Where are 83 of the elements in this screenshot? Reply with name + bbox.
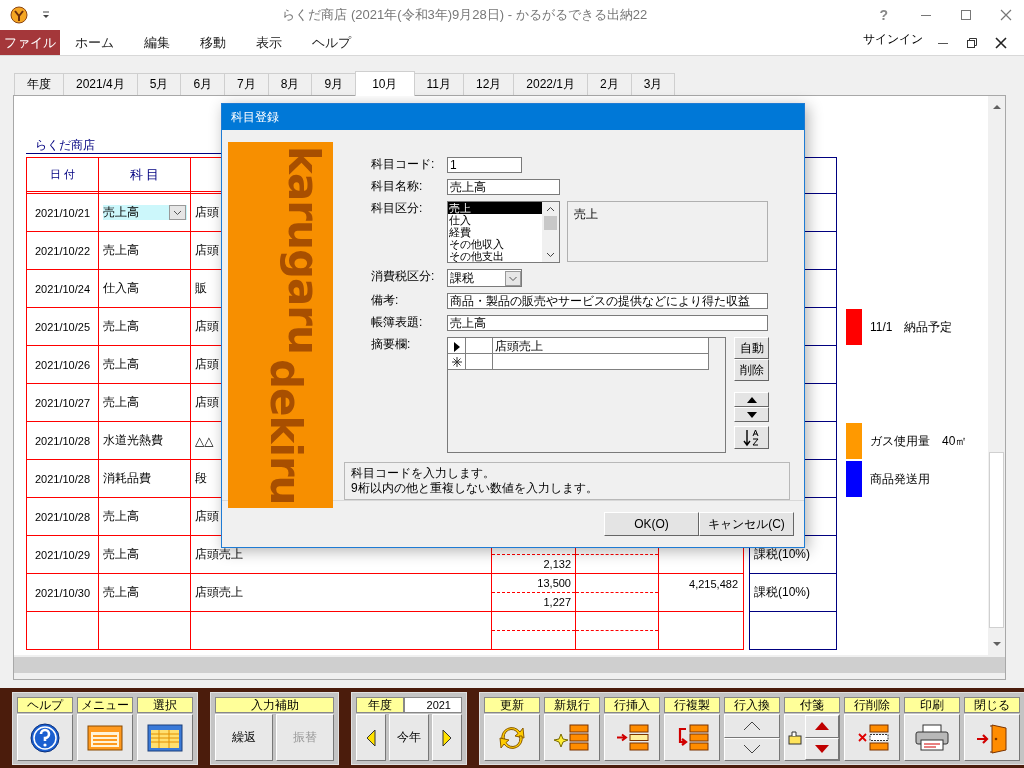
table-cell: 仕入高	[99, 270, 191, 308]
category-list[interactable]: 売上 仕入 経費 その他収入 その他支出	[447, 201, 560, 263]
help-button[interactable]: ?	[879, 7, 888, 23]
table-cell-text: 1,227	[542, 595, 572, 610]
sticky-note-text: 11/1 納品予定	[870, 318, 953, 336]
button-label: 更新	[484, 697, 540, 713]
table-cell: 店頭売上	[191, 574, 492, 612]
field-label: 消費税区分:	[371, 269, 436, 284]
subject-combo[interactable]: 売上高	[103, 205, 187, 220]
field-label: 科目コード:	[371, 157, 436, 172]
table-cell: 2021/10/30	[26, 574, 99, 612]
file-tab[interactable]: ファイル	[0, 30, 60, 55]
button-label: メニュー	[77, 697, 133, 713]
table-cell: 2021/10/27	[26, 384, 99, 422]
table-cell: 消耗品費	[99, 460, 191, 498]
sticky-note-text: 商品発送用	[870, 470, 930, 488]
dialog-button[interactable]: キャンセル(C)	[699, 512, 794, 536]
field-label: 科目名称:	[371, 179, 424, 194]
column-header: 科 目	[99, 157, 191, 194]
month-tab[interactable]: 年度	[14, 73, 64, 95]
table-cell: 課税(10%)	[749, 574, 837, 612]
button-label: 行削除	[844, 697, 900, 713]
this-year-button[interactable]: 今年	[389, 714, 429, 761]
table-cell: 売上高	[99, 536, 191, 574]
table-cell: 売上高	[99, 346, 191, 384]
column-header: 日 付	[26, 157, 99, 194]
table-cell: 水道光熱費	[99, 422, 191, 460]
table-cell: 2021/10/21	[26, 194, 99, 232]
toolbar-button[interactable]: 繰返	[215, 714, 273, 761]
button-label: 年度	[356, 697, 404, 713]
field-label: 帳簿表題:	[371, 315, 424, 330]
dialog-button[interactable]: OK(O)	[604, 512, 699, 536]
menu-item[interactable]: 編集	[129, 30, 185, 55]
table-cell: 2021/10/28	[26, 498, 99, 536]
table-cell: 2021/10/25	[26, 308, 99, 346]
table-cell: 2021/10/22	[26, 232, 99, 270]
button-label: 行入換	[724, 697, 780, 713]
table-cell: 2021/10/29	[26, 536, 99, 574]
table-cell: 2021/10/28	[26, 422, 99, 460]
sign-in-link[interactable]: サインイン	[863, 31, 923, 48]
month-tab[interactable]: 10月	[355, 71, 415, 96]
table-cell: 2021/10/28	[26, 460, 99, 498]
button-label: 新規行	[544, 697, 600, 713]
menu-item[interactable]: 移動	[185, 30, 241, 55]
description-box: 売上	[567, 201, 768, 262]
button-label: 選択	[137, 697, 193, 713]
table-cell: 売上高	[99, 384, 191, 422]
sticky-note-text: ガス使用量 40㎡	[870, 432, 968, 450]
table-cell: 2021/10/26	[26, 346, 99, 384]
input-field[interactable]: 1	[447, 157, 522, 173]
summary-grid[interactable]: 店頭売上	[447, 337, 726, 453]
button-label: 付箋	[784, 697, 840, 713]
tax-combo[interactable]: 課税	[447, 269, 522, 287]
dialog-button[interactable]: 削除	[734, 359, 769, 381]
menu-item[interactable]: ホーム	[60, 30, 129, 55]
field-label: 科目区分:	[371, 201, 424, 216]
dialog-title: 科目登録	[222, 104, 804, 130]
button-label: 行挿入	[604, 697, 660, 713]
list-item[interactable]: 売上	[448, 202, 542, 214]
table-cell: 13,500	[492, 574, 575, 593]
input-field[interactable]: 売上高	[447, 179, 560, 195]
table-cell: 売上高	[99, 232, 191, 270]
table-cell: 2021/10/24	[26, 270, 99, 308]
input-field[interactable]: 売上高	[447, 315, 768, 331]
field-label: 備考:	[371, 293, 400, 308]
menu-item[interactable]: 表示	[241, 30, 297, 55]
table-cell: 4,215,482	[659, 574, 744, 612]
table-cell: 売上高	[99, 498, 191, 536]
button-label: 閉じる	[964, 697, 1020, 713]
table-cell: 売上高	[99, 574, 191, 612]
button-label: 行複製	[664, 697, 720, 713]
button-label: ヘルプ	[17, 697, 73, 713]
table-cell-text: 2,132	[542, 556, 572, 572]
month-tab[interactable]: 3月	[630, 73, 676, 95]
window-title: らくだ商店 (2021年(令和3年)9月28日) - かるがるできる出納22	[281, 6, 649, 24]
menu-item[interactable]: ヘルプ	[297, 30, 366, 55]
table-cell: 売上高	[99, 308, 191, 346]
group-label: 入力補助	[215, 697, 334, 713]
button-label: 印刷	[904, 697, 960, 713]
year-field[interactable]: 2021	[404, 697, 462, 713]
help-text: 科目コードを入力します。 9桁以内の他と重複しない数値を入力します。	[344, 462, 790, 500]
input-field[interactable]: 商品・製品の販売やサービスの提供などにより得た収益	[447, 293, 768, 309]
dialog-button[interactable]: 自動	[734, 337, 769, 359]
